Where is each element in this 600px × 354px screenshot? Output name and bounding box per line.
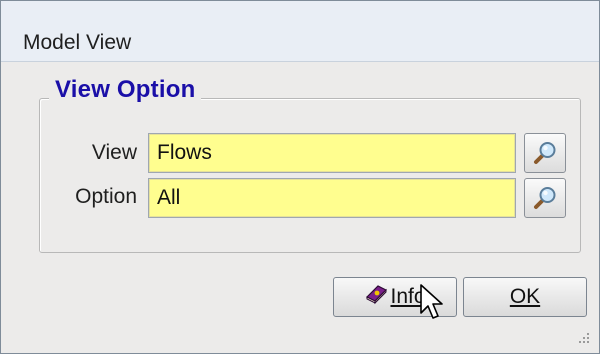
magnifier-icon bbox=[534, 187, 556, 209]
resize-grip-icon[interactable] bbox=[577, 331, 591, 345]
window-title: Model View bbox=[23, 31, 132, 54]
title-bar[interactable]: Model View bbox=[1, 1, 599, 62]
ok-button[interactable]: OK bbox=[463, 277, 587, 317]
option-label: Option bbox=[75, 185, 137, 208]
view-field[interactable] bbox=[148, 133, 516, 173]
magnifier-icon bbox=[534, 142, 556, 164]
book-icon bbox=[364, 283, 388, 311]
view-option-group bbox=[39, 98, 581, 253]
view-lookup-button[interactable] bbox=[524, 133, 566, 173]
option-field[interactable] bbox=[148, 178, 516, 218]
group-title: View Option bbox=[49, 76, 202, 104]
ok-button-label: OK bbox=[509, 285, 541, 308]
option-lookup-button[interactable] bbox=[524, 178, 566, 218]
mouse-pointer-icon bbox=[420, 284, 443, 319]
model-view-dialog: Model View View Option View Option bbox=[0, 0, 600, 354]
view-label: View bbox=[91, 141, 137, 164]
